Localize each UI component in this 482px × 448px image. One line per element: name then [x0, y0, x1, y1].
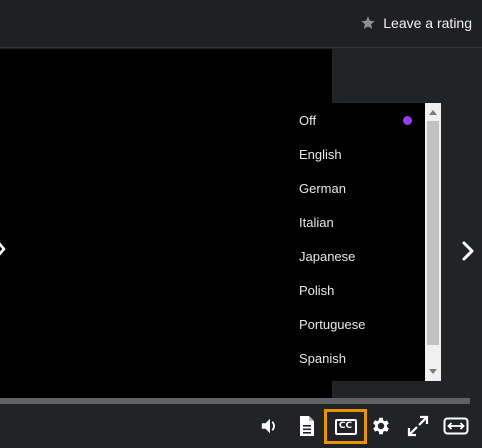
captions-menu: Off English German Italian Japanese Poli…: [267, 103, 441, 381]
leave-rating-label: Leave a rating: [383, 15, 472, 31]
fullscreen-icon[interactable]: [407, 415, 429, 437]
leave-rating-button[interactable]: Leave a rating: [360, 11, 472, 35]
captions-scrollbar[interactable]: [425, 103, 441, 381]
captions-option-portuguese[interactable]: Portuguese: [267, 307, 425, 341]
cc-label: CC: [338, 421, 353, 431]
captions-option-label: Portuguese: [299, 316, 366, 332]
captions-option-japanese[interactable]: Japanese: [267, 239, 425, 273]
scrollbar-thumb[interactable]: [427, 121, 439, 345]
scroll-up-arrow-icon[interactable]: [425, 105, 441, 119]
top-bar: Leave a rating: [0, 0, 482, 48]
player-window: Leave a rating Off English German Italia…: [0, 0, 482, 448]
captions-option-polish[interactable]: Polish: [267, 273, 425, 307]
captions-button[interactable]: CC: [324, 409, 367, 444]
captions-option-italian[interactable]: Italian: [267, 205, 425, 239]
captions-option-spanish[interactable]: Spanish: [267, 341, 425, 375]
captions-option-label: English: [299, 146, 342, 162]
cc-icon: CC: [334, 418, 357, 435]
transcript-icon[interactable]: [296, 415, 318, 437]
captions-option-label: Italian: [299, 214, 334, 230]
captions-option-label: Off: [299, 112, 317, 128]
scroll-down-arrow-icon[interactable]: [425, 365, 441, 379]
star-icon: [360, 15, 376, 31]
selected-indicator-icon: [403, 116, 412, 125]
volume-icon[interactable]: [258, 415, 282, 437]
theater-mode-icon[interactable]: [442, 415, 470, 437]
next-arrow-icon[interactable]: [460, 240, 476, 262]
captions-option-label: German: [299, 180, 346, 196]
previous-arrow-icon[interactable]: [0, 240, 6, 258]
control-bar: CC: [0, 404, 482, 448]
captions-option-off[interactable]: Off: [267, 103, 425, 137]
captions-option-german[interactable]: German: [267, 171, 425, 205]
captions-option-label: Spanish: [299, 350, 346, 366]
captions-option-label: Japanese: [299, 248, 356, 264]
captions-option-label: Polish: [299, 282, 335, 298]
captions-option-english[interactable]: English: [267, 137, 425, 171]
settings-icon[interactable]: [370, 415, 392, 437]
